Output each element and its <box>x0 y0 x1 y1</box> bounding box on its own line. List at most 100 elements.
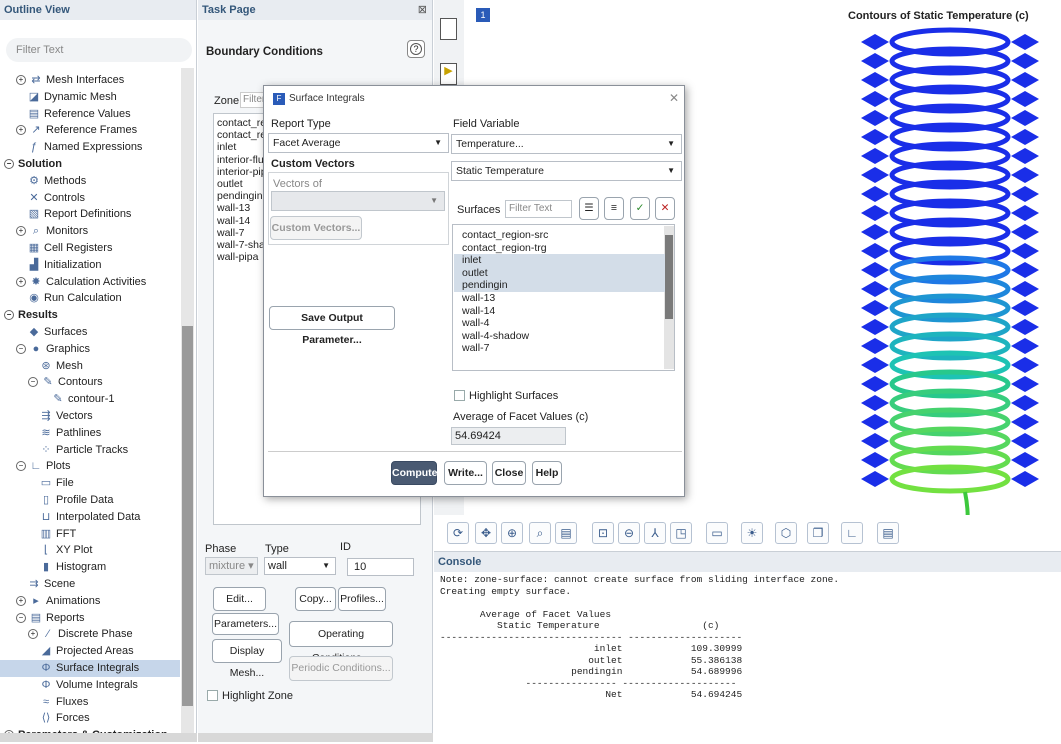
fit-icon[interactable]: ⊡ <box>592 522 614 544</box>
surfaces-filter-input[interactable]: Filter Text <box>505 200 572 218</box>
outline-item[interactable]: − Solution <box>0 156 180 173</box>
outline-item[interactable]: ≋ Pathlines <box>0 425 180 442</box>
surfaces-list[interactable]: contact_region-src contact_region-trg inle… <box>452 224 675 371</box>
outline-item[interactable]: ◉ Run Calculation <box>0 290 180 307</box>
highlight-zone-checkbox[interactable] <box>207 690 218 701</box>
zone-item[interactable]: wall-13 <box>217 202 250 215</box>
outline-item[interactable]: − ▤ Reports <box>0 610 180 627</box>
expand-icon[interactable]: + <box>16 226 26 237</box>
surface-item[interactable]: contact_region-trg <box>454 242 665 255</box>
outline-item[interactable]: + ✸ Calculation Activities <box>0 274 180 291</box>
outline-item[interactable]: + ↗ Reference Frames <box>0 122 180 139</box>
zone-filter-input[interactable]: Filter T <box>240 92 264 108</box>
notes-icon[interactable]: ▤ <box>877 522 899 544</box>
collapse-icon[interactable]: − <box>16 343 26 354</box>
zone-item[interactable]: wall-pipa <box>217 251 258 264</box>
zone-item[interactable]: outlet <box>217 178 243 191</box>
outline-item[interactable]: ▮ Histogram <box>0 559 180 576</box>
write-button[interactable]: Write... <box>444 461 487 485</box>
copy-view-icon[interactable]: ❐ <box>807 522 829 544</box>
highlight-surfaces-checkbox[interactable] <box>454 390 465 401</box>
outline-item[interactable]: + ⇄ Mesh Interfaces <box>0 72 180 89</box>
outline-item[interactable]: ▦ Cell Registers <box>0 240 180 257</box>
outline-filter-input[interactable]: Filter Text <box>6 38 192 62</box>
outline-item[interactable]: − ∟ Plots <box>0 458 180 475</box>
profiles-button[interactable]: Profiles... <box>338 587 386 611</box>
list-options-icon[interactable]: ≡ <box>604 197 624 220</box>
close-button[interactable]: Close <box>492 461 526 485</box>
pan-icon[interactable]: ✥ <box>475 522 497 544</box>
outline-item[interactable]: + ⁄ Discrete Phase <box>0 626 180 643</box>
outline-item[interactable]: ▧ Report Definitions <box>0 206 180 223</box>
outline-item[interactable]: ▯ Profile Data <box>0 492 180 509</box>
plot-icon[interactable]: ∟ <box>841 522 863 544</box>
operating-conditions-button[interactable]: Operating Conditions... <box>289 621 393 664</box>
expand-icon[interactable]: + <box>28 629 38 640</box>
zone-item[interactable]: pendingin <box>217 190 263 203</box>
outline-item[interactable]: ⊔ Interpolated Data <box>0 509 180 526</box>
expand-icon[interactable]: + <box>16 75 26 86</box>
save-output-parameter-button[interactable]: Save Output Parameter... <box>269 306 395 346</box>
surface-item[interactable]: wall-4 <box>454 317 665 330</box>
display-mesh-button[interactable]: Display Mesh... <box>212 639 282 679</box>
task-close-icon[interactable]: ⊠ <box>418 0 427 20</box>
dialog-close-icon[interactable]: ✕ <box>669 91 679 105</box>
view-icon[interactable]: ◳ <box>670 522 692 544</box>
surface-item[interactable]: wall-7 <box>454 342 665 355</box>
outline-item[interactable]: ⇶ Vectors <box>0 408 180 425</box>
surface-item[interactable]: pendingin <box>454 279 665 292</box>
type-select[interactable]: wall ▼ <box>264 557 336 575</box>
outline-item[interactable]: Φ Surface Integrals <box>0 660 180 677</box>
page-icon[interactable] <box>440 18 457 40</box>
expand-icon[interactable]: + <box>16 125 26 136</box>
outline-item[interactable]: − ● Graphics <box>0 341 180 358</box>
zone-item[interactable]: inlet <box>217 141 236 154</box>
zoom-icon[interactable]: ⌕ <box>529 522 551 544</box>
axes-icon[interactable]: ⅄ <box>644 522 666 544</box>
outline-item[interactable]: ƒ Named Expressions <box>0 139 180 156</box>
field-variable-select[interactable]: Temperature... ▼ <box>451 134 682 154</box>
zone-item[interactable]: wall-14 <box>217 215 250 228</box>
expand-icon[interactable]: + <box>16 595 26 606</box>
surface-item[interactable]: wall-4-shadow <box>454 330 665 343</box>
expand-icon[interactable]: + <box>16 276 26 287</box>
ruler-icon[interactable]: ▭ <box>706 522 728 544</box>
copy-button[interactable]: Copy... <box>295 587 336 611</box>
outline-item[interactable]: + ⌕ Monitors <box>0 223 180 240</box>
collapse-icon[interactable]: − <box>16 612 26 623</box>
outline-item[interactable]: ✕ Controls <box>0 190 180 207</box>
outline-item[interactable]: ⟨⟩ Forces <box>0 710 180 727</box>
outline-item[interactable]: Φ Volume Integrals <box>0 677 180 694</box>
surface-item[interactable]: wall-14 <box>454 305 665 318</box>
parameters-button[interactable]: Parameters... <box>212 613 279 635</box>
outline-item[interactable]: ▭ File <box>0 475 180 492</box>
outline-scroll-thumb[interactable] <box>182 326 193 706</box>
lights-icon[interactable]: ☀ <box>741 522 763 544</box>
zoom-out-icon[interactable]: ⊖ <box>618 522 640 544</box>
outline-item[interactable]: ⇉ Scene <box>0 576 180 593</box>
check-all-icon[interactable]: ✓ <box>630 197 650 220</box>
help-button[interactable]: Help <box>532 461 562 485</box>
outline-item[interactable]: ⊛ Mesh <box>0 358 180 375</box>
surface-item[interactable]: outlet <box>454 266 665 280</box>
outline-item[interactable]: ▟ Initialization <box>0 257 180 274</box>
outline-item[interactable]: ▤ Reference Values <box>0 106 180 123</box>
edit-button[interactable]: Edit... <box>213 587 266 611</box>
compute-button[interactable]: Compute <box>391 461 438 485</box>
id-input[interactable]: 10 <box>347 558 414 576</box>
outline-item[interactable]: + ▸ Animations <box>0 593 180 610</box>
outline-item[interactable]: − ✎ Contours <box>0 374 180 391</box>
cube-icon[interactable]: ⬡ <box>775 522 797 544</box>
outline-item[interactable]: ⁘ Particle Tracks <box>0 442 180 459</box>
zone-item[interactable]: interior-flui <box>217 154 266 167</box>
outline-item[interactable]: ≈ Fluxes <box>0 694 180 711</box>
probe-icon[interactable]: ▤ <box>555 522 577 544</box>
surface-item[interactable]: contact_region-src <box>454 229 665 242</box>
field-variable-sub-select[interactable]: Static Temperature ▼ <box>451 161 682 181</box>
select-all-icon[interactable]: ☰ <box>579 197 599 220</box>
outline-item[interactable]: ◪ Dynamic Mesh <box>0 89 180 106</box>
outline-hscrollbar[interactable] <box>0 733 197 742</box>
outline-item[interactable]: − Results <box>0 307 180 324</box>
outline-item[interactable]: ▥ FFT <box>0 526 180 543</box>
rotate-icon[interactable]: ⟳ <box>447 522 469 544</box>
